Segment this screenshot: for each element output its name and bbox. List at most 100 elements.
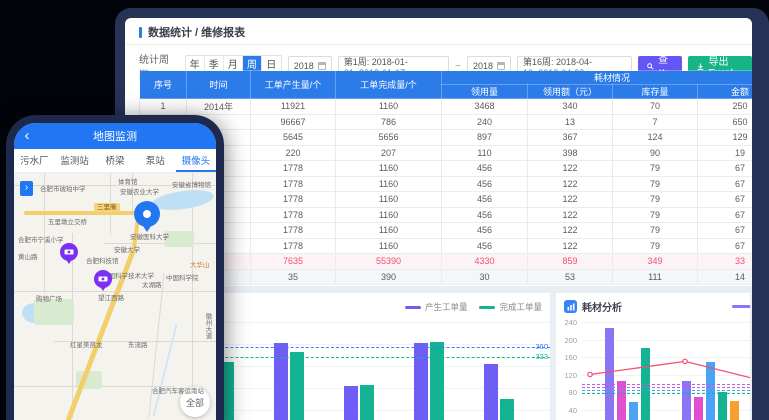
bar-产生工单量 — [274, 343, 288, 420]
chart-legend: 产生工单量 完成工单量 — [405, 301, 542, 313]
bar-完成工单量 — [430, 342, 444, 420]
table-cell: 456 — [442, 223, 528, 239]
camera-icon — [98, 275, 108, 283]
legend-label: 产生工单量 — [425, 301, 468, 313]
tab-污水厂[interactable]: 污水厂 — [14, 149, 54, 172]
breadcrumb: 数据统计 / 维修报表 — [139, 24, 245, 40]
table-cell: 122 — [528, 161, 613, 177]
sub-col-header: 金额 — [698, 85, 753, 99]
map-label: 五里墩立交桥 — [48, 216, 87, 226]
map-label: 安徽大学 — [114, 244, 140, 254]
bar-完成工单量 — [360, 385, 374, 420]
tab-泵站[interactable]: 泵站 — [135, 149, 175, 172]
table-cell: 1 — [140, 99, 187, 115]
table-cell: 207 — [336, 145, 442, 161]
map-label: 黄山路 — [18, 251, 38, 261]
table-cell: 67 — [698, 238, 753, 254]
map-label: 徽州大道 — [202, 313, 212, 339]
table-cell: 456 — [442, 238, 528, 254]
table-cell: 5645 — [251, 130, 336, 146]
reference-label: 360 — [535, 342, 548, 351]
pin-center-dot — [143, 210, 151, 218]
tab-摄像头[interactable]: 摄像头 — [176, 149, 216, 172]
table-cell: 1778 — [251, 176, 336, 192]
table-cell: 11921 — [251, 99, 336, 115]
legend-swatch — [479, 306, 495, 309]
map-canvas[interactable]: › 全部 三里庵合肥市琥珀中学体育馆安徽农业大学安徽省博物馆五里墩立交桥安徽医科… — [14, 173, 216, 420]
legend-swatch — [405, 306, 421, 309]
tab-桥梁[interactable]: 桥梁 — [95, 149, 135, 172]
table-cell: 96667 — [251, 114, 336, 130]
table-cell: 250 — [698, 99, 753, 115]
col-header: 工单完成量/个 — [336, 71, 442, 99]
legend-item[interactable]: 产生工单量 — [405, 301, 468, 313]
map-expand-button[interactable]: › — [20, 181, 33, 196]
total-row: 合计763555390433085934933 — [140, 254, 753, 270]
table-cell: 340 — [528, 99, 613, 115]
reference-label: 323 — [535, 352, 548, 361]
table-row: 12014年119211160346834070250 — [140, 99, 753, 115]
table-cell: 3468 — [442, 99, 528, 115]
table-cell: 67 — [698, 207, 753, 223]
table-cell: 79 — [613, 238, 698, 254]
table-cell: 1160 — [336, 99, 442, 115]
table-cell: 1778 — [251, 161, 336, 177]
table-cell: 367 — [528, 130, 613, 146]
tab-监测站[interactable]: 监测站 — [54, 149, 94, 172]
table-cell: 124 — [613, 130, 698, 146]
average-cell: 53 — [528, 269, 613, 285]
table-cell: 1160 — [336, 161, 442, 177]
phone-mockup: ‹ 地图监测 污水厂监测站桥梁泵站摄像头 — [6, 115, 224, 420]
map-label: 合肥市琥珀中学 — [40, 183, 86, 193]
table-row: 8177811604561227967 — [140, 207, 753, 223]
table-cell: 456 — [442, 161, 528, 177]
bar-完成工单量 — [290, 352, 304, 420]
selected-camera-pin[interactable] — [134, 201, 160, 227]
table-cell: 897 — [442, 130, 528, 146]
table-cell: 1160 — [336, 238, 442, 254]
table-cell: 19 — [698, 145, 753, 161]
table-cell: 1160 — [336, 207, 442, 223]
average-cell: 111 — [613, 269, 698, 285]
table-row: 5177811604561227967 — [140, 161, 753, 177]
map-label: 中国科学院 — [166, 272, 199, 282]
table-cell: 456 — [442, 192, 528, 208]
col-header: 时间 — [187, 71, 251, 99]
phone-page-title: 地图监测 — [14, 128, 216, 144]
table-cell: 70 — [613, 99, 698, 115]
calendar-icon — [318, 62, 326, 70]
table-header: 序号 时间 工单产生量/个 工单完成量/个 耗材情况 领用量 领用额（元） 库存… — [140, 71, 753, 99]
sub-col-header: 库存量 — [613, 85, 698, 99]
trend-line — [556, 293, 750, 420]
breadcrumb-accent-bar — [139, 27, 142, 38]
table-row: 356455656897367124129 — [140, 130, 753, 146]
map-label: 安徽省博物馆 — [172, 179, 211, 189]
table-body: 12014年1192111603468340702502966677862401… — [140, 99, 753, 285]
camera-icon — [64, 248, 74, 256]
group-header: 耗材情况 — [442, 71, 753, 85]
phone-screen: ‹ 地图监测 污水厂监测站桥梁泵站摄像头 — [14, 123, 216, 420]
map-label: 红星美凯龙 — [70, 339, 103, 349]
legend-item[interactable]: 完成工单量 — [479, 301, 542, 313]
table-cell: 79 — [613, 192, 698, 208]
phone-tab-bar: 污水厂监测站桥梁泵站摄像头 — [14, 149, 216, 173]
table-cell: 79 — [613, 176, 698, 192]
col-header: 工单产生量/个 — [251, 71, 336, 99]
map-label: 东流路 — [128, 339, 148, 349]
map-label: 大华山 — [190, 259, 210, 269]
table-cell: 456 — [442, 176, 528, 192]
stage: 数据统计 / 维修报表 统计周期： 年季月周日 2018 第1周: 2018-0… — [0, 0, 769, 420]
sub-col-header: 领用额（元） — [528, 85, 613, 99]
table-cell: 240 — [442, 114, 528, 130]
report-table: 序号 时间 工单产生量/个 工单完成量/个 耗材情况 领用量 领用额（元） 库存… — [139, 70, 752, 285]
camera-pin[interactable] — [94, 270, 112, 288]
table-cell: 79 — [613, 223, 698, 239]
table-cell: 67 — [698, 223, 753, 239]
bar-完成工单量 — [500, 399, 514, 420]
legend-label: 完成工单量 — [499, 301, 542, 313]
table-row: 9177811604561227967 — [140, 223, 753, 239]
camera-pin[interactable] — [60, 243, 78, 261]
average-cell: 390 — [336, 269, 442, 285]
map-label: 太湖路 — [142, 279, 162, 289]
table-cell: 650 — [698, 114, 753, 130]
